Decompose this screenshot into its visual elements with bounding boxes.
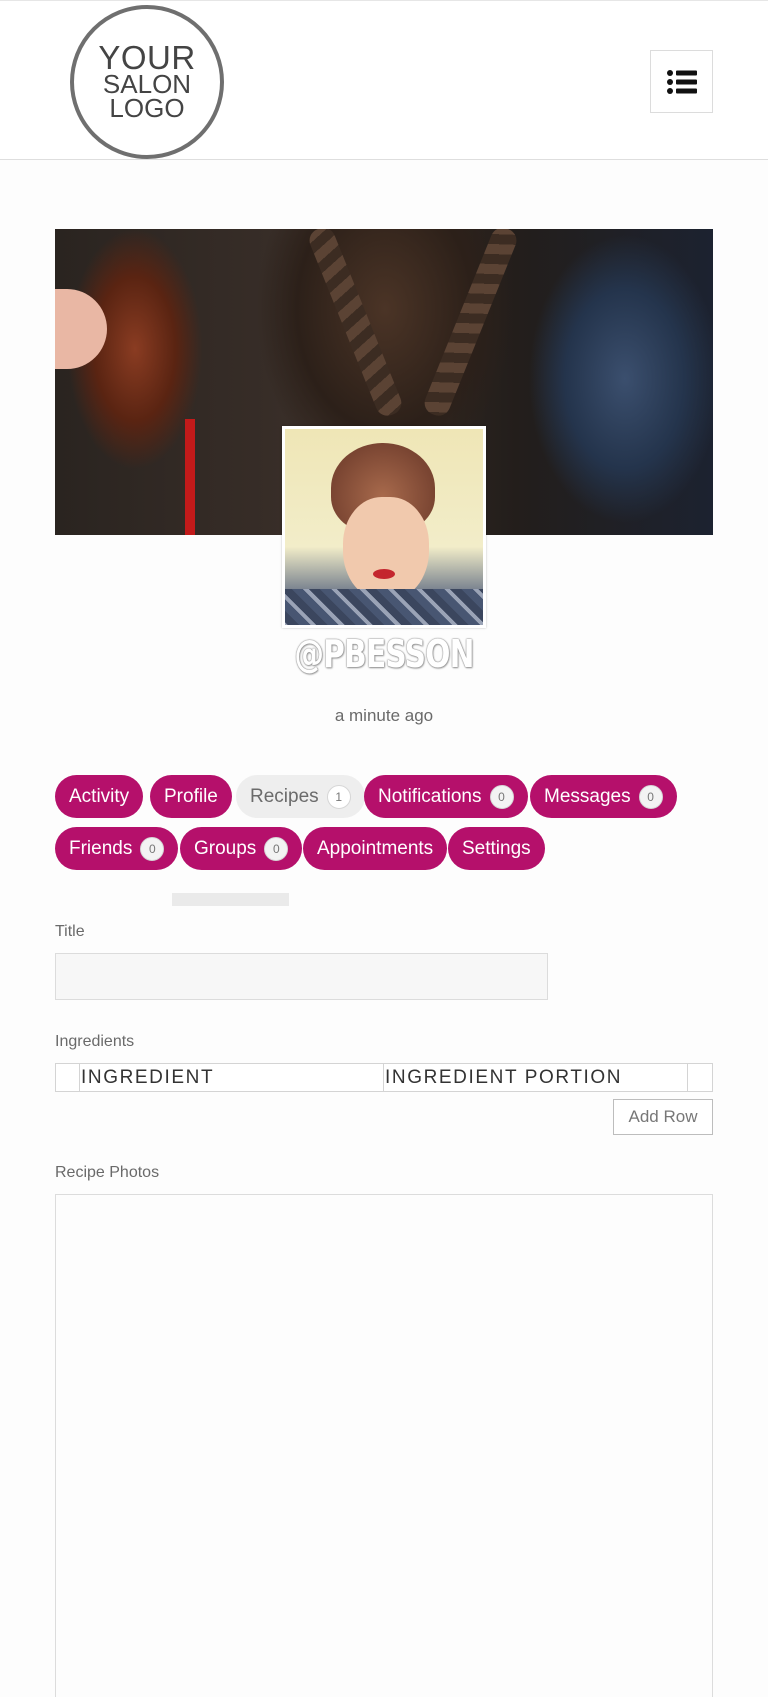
avatar-face xyxy=(343,497,429,601)
avatar-shirt xyxy=(285,589,483,625)
row-handle-cell[interactable] xyxy=(56,1064,80,1091)
subnav-placeholder xyxy=(172,893,289,906)
tab-count-badge: 0 xyxy=(638,784,663,809)
cover-red-accent xyxy=(185,419,195,535)
avatar-lips xyxy=(373,569,395,579)
portion-column-header: INGREDIENT PORTION xyxy=(384,1064,688,1091)
tab-groups[interactable]: Groups 0 xyxy=(180,827,303,870)
logo-line-3: LOGO xyxy=(109,93,185,124)
ingredient-column-header: INGREDIENT xyxy=(80,1064,384,1091)
ingredients-label: Ingredients xyxy=(55,1033,135,1050)
tab-label: Activity xyxy=(69,785,130,807)
tab-count-badge: 0 xyxy=(264,836,289,861)
tab-recipes[interactable]: Recipes 1 xyxy=(236,775,365,818)
tab-label: Messages xyxy=(544,785,631,807)
title-label: Title xyxy=(55,923,85,940)
salon-logo[interactable]: YOUR SALON LOGO xyxy=(70,5,224,159)
tab-label: Settings xyxy=(462,837,531,859)
tab-label: Friends xyxy=(69,837,133,859)
add-row-button[interactable]: Add Row xyxy=(613,1099,713,1135)
menu-button[interactable] xyxy=(650,50,713,113)
ingredients-table: INGREDIENT INGREDIENT PORTION xyxy=(55,1063,713,1092)
cover-braid-left xyxy=(305,229,405,420)
recipe-photos-label: Recipe Photos xyxy=(55,1164,160,1181)
tab-profile[interactable]: Profile xyxy=(150,775,232,818)
last-active-time: a minute ago xyxy=(334,706,434,725)
site-header: YOUR SALON LOGO xyxy=(0,0,768,160)
tab-count-badge: 0 xyxy=(489,784,514,809)
tab-label: Appointments xyxy=(317,837,434,859)
recipe-photos-dropzone[interactable] xyxy=(55,1194,713,1697)
tab-label: Groups xyxy=(194,837,257,859)
tab-friends[interactable]: Friends 0 xyxy=(55,827,179,870)
tab-notifications[interactable]: Notifications 0 xyxy=(364,775,528,818)
tab-count-badge: 1 xyxy=(326,784,351,809)
tab-settings[interactable]: Settings xyxy=(448,827,545,870)
tab-label: Profile xyxy=(164,785,218,807)
tab-activity[interactable]: Activity xyxy=(55,775,144,818)
tab-messages[interactable]: Messages 0 xyxy=(530,775,677,818)
list-menu-icon xyxy=(666,69,697,94)
cover-hand xyxy=(55,289,107,369)
tab-label: Notifications xyxy=(378,785,482,807)
tab-label: Recipes xyxy=(250,785,319,807)
tab-count-badge: 0 xyxy=(140,836,165,861)
profile-username: @PBESSON xyxy=(294,632,474,676)
cover-braid-right xyxy=(421,229,521,420)
title-input[interactable] xyxy=(55,953,548,1000)
row-action-cell[interactable] xyxy=(688,1064,712,1091)
tab-appointments[interactable]: Appointments xyxy=(303,827,448,870)
profile-avatar[interactable] xyxy=(282,426,486,628)
